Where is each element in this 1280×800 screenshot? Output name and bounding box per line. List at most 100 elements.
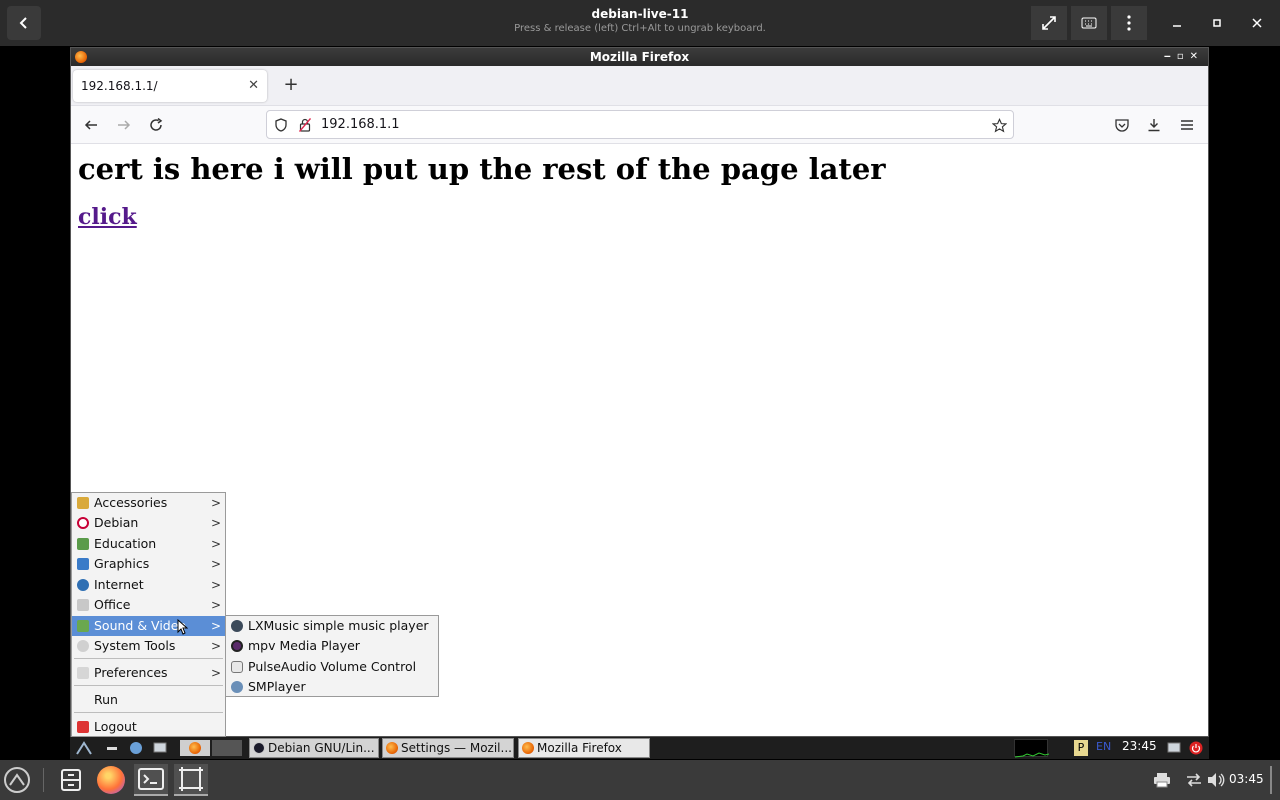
taskbar-item-debian[interactable]: Debian GNU/Lin...: [249, 738, 379, 758]
host-network-button[interactable]: [1182, 764, 1206, 796]
back-nav-button[interactable]: [79, 113, 103, 137]
keyboard-icon: [1081, 17, 1097, 29]
vm-viewer-icon: [179, 767, 203, 791]
submenu-item-label: PulseAudio Volume Control: [248, 659, 417, 674]
menu-item-debian[interactable]: Debian >: [72, 513, 225, 533]
maximize-button[interactable]: [1199, 6, 1235, 40]
click-link[interactable]: click: [78, 204, 137, 230]
shutdown-button[interactable]: [1188, 740, 1204, 756]
keyboard-button[interactable]: [1071, 6, 1107, 40]
taskbar-item-settings[interactable]: Settings — Mozil...: [382, 738, 514, 758]
window-maximize-icon[interactable]: ▫: [1177, 51, 1190, 62]
pager-icon[interactable]: P: [1074, 740, 1088, 756]
system-tools-icon: [77, 640, 89, 652]
submenu-item-smplayer[interactable]: SMPlayer: [226, 677, 438, 697]
terminal-launcher[interactable]: [152, 740, 168, 756]
application-menu: Accessories > Debian > Education > Graph…: [71, 492, 226, 737]
empty-launcher-slot[interactable]: [212, 740, 242, 756]
host-files-button[interactable]: [54, 764, 88, 796]
show-desktop-edge[interactable]: [1270, 766, 1272, 794]
task-label: Settings — Mozil...: [401, 741, 512, 755]
menu-item-system-tools[interactable]: System Tools >: [72, 636, 225, 656]
firefox-launcher[interactable]: [180, 740, 210, 756]
mpv-icon: [231, 640, 243, 652]
menu-item-education[interactable]: Education >: [72, 534, 225, 554]
keyboard-layout-indicator[interactable]: EN: [1096, 740, 1111, 753]
downloads-button[interactable]: [1142, 113, 1166, 137]
menu-item-accessories[interactable]: Accessories >: [72, 493, 225, 513]
close-icon: [1252, 18, 1262, 28]
submenu-item-pulseaudio[interactable]: PulseAudio Volume Control: [226, 657, 438, 677]
more-options-button[interactable]: [1111, 6, 1147, 40]
task-label: Debian GNU/Lin...: [268, 741, 375, 755]
submenu-item-label: mpv Media Player: [248, 638, 360, 653]
desktop-icon: [107, 747, 117, 750]
taskbar-item-firefox[interactable]: Mozilla Firefox: [518, 738, 650, 758]
insecure-lock-icon[interactable]: [297, 117, 313, 133]
host-terminal-button[interactable]: [134, 764, 168, 796]
window-close-icon[interactable]: ✕: [1190, 51, 1204, 62]
maximize-icon: [1213, 19, 1221, 27]
volume-icon: [1208, 773, 1225, 787]
fullscreen-button[interactable]: [1031, 6, 1067, 40]
task-label: Mozilla Firefox: [537, 741, 622, 755]
host-volume-button[interactable]: [1204, 764, 1228, 796]
firefox-icon: [189, 742, 201, 754]
taskbar-divider: [43, 768, 44, 792]
app-menu-button[interactable]: [1175, 113, 1199, 137]
address-bar[interactable]: 192.168.1.1: [266, 110, 1014, 139]
file-manager-launcher[interactable]: [128, 740, 144, 756]
menu-item-run[interactable]: Run: [72, 690, 225, 710]
host-app-launcher[interactable]: [0, 764, 34, 796]
cpu-monitor: [1014, 739, 1050, 758]
host-printer-button[interactable]: [1150, 764, 1174, 796]
host-clock[interactable]: 03:45: [1229, 772, 1264, 786]
minimize-icon: [1173, 25, 1181, 27]
window-minimize-icon[interactable]: ‒: [1164, 51, 1177, 62]
close-button[interactable]: [1239, 6, 1275, 40]
new-tab-button[interactable]: +: [279, 74, 303, 98]
debian-icon: [77, 517, 89, 529]
graphics-icon: [77, 558, 89, 570]
menu-item-label: Accessories: [94, 495, 168, 510]
menu-item-graphics[interactable]: Graphics >: [72, 554, 225, 574]
menu-item-logout[interactable]: Logout: [72, 717, 225, 737]
chevron-right-icon: >: [210, 619, 221, 633]
navigation-toolbar: 192.168.1.1: [71, 106, 1208, 144]
submenu-item-lxmusic[interactable]: LXMusic simple music player: [226, 616, 438, 636]
chevron-right-icon: >: [210, 666, 221, 680]
menu-item-office[interactable]: Office >: [72, 595, 225, 615]
minimize-button[interactable]: [1159, 6, 1195, 40]
host-vm-viewer-button[interactable]: [174, 764, 208, 796]
screen-lock-button[interactable]: [1166, 740, 1182, 756]
menu-item-label: Run: [94, 692, 118, 707]
menu-separator: [74, 712, 223, 713]
menu-item-sound-video[interactable]: Sound & Video >: [72, 616, 225, 636]
firefox-icon: [97, 766, 125, 794]
tab-close-icon[interactable]: ✕: [248, 70, 259, 102]
chevron-right-icon: >: [210, 578, 221, 592]
pocket-button[interactable]: [1110, 113, 1134, 137]
internet-icon: [77, 579, 89, 591]
menu-separator: [74, 658, 223, 659]
menu-item-preferences[interactable]: Preferences >: [72, 663, 225, 683]
reload-button[interactable]: [144, 113, 168, 137]
menu-item-internet[interactable]: Internet >: [72, 575, 225, 595]
terminal-icon: [253, 742, 265, 754]
smplayer-icon: [231, 681, 243, 693]
chevron-right-icon: >: [210, 639, 221, 653]
forward-nav-button[interactable]: [112, 113, 136, 137]
arrow-left-icon: [84, 120, 97, 130]
minimize-all-button[interactable]: [104, 740, 120, 756]
browser-tab[interactable]: 192.168.1.1/ ✕: [73, 70, 267, 102]
lxde-menu-button[interactable]: [76, 740, 92, 756]
lxde-panel: Debian GNU/Lin... Settings — Mozil... Mo…: [70, 737, 1209, 759]
window-titlebar[interactable]: Mozilla Firefox ‒▫✕: [71, 48, 1208, 66]
panel-clock[interactable]: 23:45: [1122, 739, 1157, 753]
bookmark-star-icon[interactable]: [991, 117, 1007, 133]
shield-icon[interactable]: [273, 117, 289, 133]
firefox-icon: [522, 742, 534, 754]
submenu-item-mpv[interactable]: mpv Media Player: [226, 636, 438, 656]
tab-title: 192.168.1.1/: [81, 79, 158, 93]
host-firefox-button[interactable]: [94, 764, 128, 796]
